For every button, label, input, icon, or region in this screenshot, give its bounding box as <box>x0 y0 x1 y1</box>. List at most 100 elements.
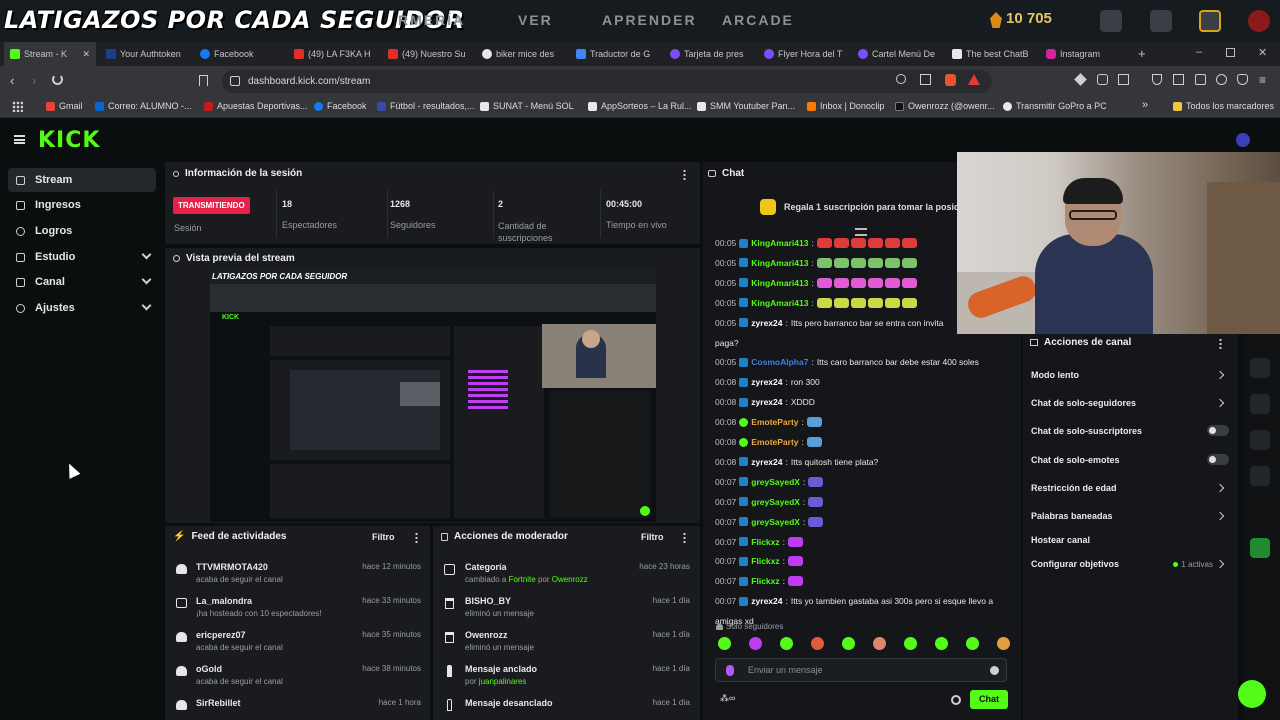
bookmark-smm[interactable]: SMM Youtuber Pan... <box>697 101 795 111</box>
feed-username[interactable]: ericperez07 <box>196 630 246 640</box>
session-menu-icon[interactable] <box>683 169 686 180</box>
chat-username[interactable]: greySayedX <box>751 477 800 487</box>
tab-youtube-2[interactable]: (49) Nuestro Su <box>382 42 468 66</box>
maximize-icon[interactable] <box>1226 48 1235 57</box>
tab-flyer[interactable]: Flyer Hora del T <box>758 42 844 66</box>
forward-icon[interactable]: › <box>32 73 36 88</box>
bookmark-tiktok[interactable]: Owenrozz (@owenr... <box>895 101 995 111</box>
extension-1-icon[interactable] <box>1074 73 1087 86</box>
avatar[interactable] <box>1236 133 1250 147</box>
url-input[interactable]: dashboard.kick.com/stream <box>222 70 992 93</box>
more-bookmarks-icon[interactable]: » <box>1142 99 1148 111</box>
tab-google-1[interactable]: biker mice des <box>476 42 562 66</box>
zoom-icon[interactable] <box>896 74 906 84</box>
sidebar-item-logros[interactable]: Logros <box>8 219 156 243</box>
bookmark-facebook[interactable]: Facebook <box>314 101 367 111</box>
user-link[interactable]: Owenrozz <box>552 575 588 584</box>
new-tab-icon[interactable]: + <box>1138 46 1146 61</box>
reload-icon[interactable] <box>52 74 63 85</box>
chat-username[interactable]: zyrex24 <box>751 596 782 606</box>
action-goals[interactable]: Configurar objetivos 1 activas <box>1031 559 1231 569</box>
emote-picker-icon[interactable] <box>718 637 731 650</box>
tab-facebook[interactable]: Facebook <box>194 42 280 66</box>
emote-picker-icon[interactable] <box>966 637 979 650</box>
chat-username[interactable]: CosmoAlpha7 <box>751 357 808 367</box>
emotes-only-toggle[interactable] <box>1207 454 1229 465</box>
bookmark-correo[interactable]: Correo: ALUMNO -... <box>95 101 192 111</box>
sidebar-item-canal[interactable]: Canal <box>8 270 156 294</box>
extension-3-icon[interactable] <box>1118 74 1129 85</box>
bookmark-appsorteos[interactable]: AppSorteos – La Rul... <box>588 101 692 111</box>
chat-username[interactable]: greySayedX <box>751 497 800 507</box>
emote-picker-icon[interactable] <box>749 637 762 650</box>
game-nav-armeria[interactable]: RMERÍA <box>398 12 465 28</box>
chat-username[interactable]: zyrex24 <box>751 457 782 467</box>
mod-username[interactable]: Owenrozz <box>465 630 508 640</box>
tab-youtube-1[interactable]: (49) LA F3KA H <box>288 42 374 66</box>
action-age-restriction[interactable]: Restricción de edad <box>1031 483 1231 493</box>
share-icon[interactable] <box>920 74 931 85</box>
mod-menu-icon[interactable] <box>683 532 686 543</box>
rail-chat-icon[interactable] <box>1250 358 1270 378</box>
bookmark-sunat[interactable]: SUNAT - Menú SOL <box>480 101 574 111</box>
mic-icon[interactable] <box>726 665 734 676</box>
hex-icon[interactable] <box>1199 10 1221 32</box>
tab-instagram[interactable]: Instagram <box>1040 42 1126 66</box>
minimize-icon[interactable]: – <box>1196 46 1202 58</box>
feed-username[interactable]: TTVMRMOTA420 <box>196 562 268 572</box>
tab-cartel[interactable]: Cartel Menú De <box>852 42 938 66</box>
action-slow-mode[interactable]: Modo lento <box>1031 370 1231 380</box>
tab-authtoken[interactable]: Your Authtoken <box>100 42 186 66</box>
power-icon[interactable] <box>1248 10 1270 32</box>
feed-username[interactable]: La_malondra <box>196 596 252 606</box>
mod-filter-button[interactable]: Filtro <box>641 532 664 542</box>
site-info-icon[interactable] <box>230 76 240 86</box>
sidebar-toggle-icon[interactable] <box>1173 74 1184 85</box>
emote-picker-icon[interactable] <box>873 637 886 650</box>
action-followers-only[interactable]: Chat de solo-seguidores <box>1031 398 1231 408</box>
tab-translate[interactable]: Traductor de G <box>570 42 656 66</box>
tab-stream[interactable]: Stream - K ✕ <box>4 42 96 66</box>
emote-picker-icon[interactable] <box>935 637 948 650</box>
bookmark-icon[interactable] <box>199 75 208 86</box>
action-banned-words[interactable]: Palabras baneadas <box>1031 511 1231 521</box>
chat-username[interactable]: zyrex24 <box>751 397 782 407</box>
feed-username[interactable]: SirRebillet <box>196 698 241 708</box>
chat-username[interactable]: KingAmari413 <box>751 238 808 248</box>
sidebar-item-stream[interactable]: Stream <box>8 168 156 192</box>
rail-app-icon[interactable] <box>1250 538 1270 558</box>
emote-picker-icon[interactable] <box>904 637 917 650</box>
castle-icon[interactable] <box>1150 10 1172 32</box>
sidebar-item-ajustes[interactable]: Ajustes <box>8 296 156 320</box>
game-nav-ver[interactable]: VER <box>518 12 553 28</box>
sidebar-item-estudio[interactable]: Estudio <box>8 245 156 269</box>
rail-pointer-icon[interactable] <box>1250 502 1270 522</box>
vpn-icon[interactable] <box>1237 74 1248 85</box>
action-host-channel[interactable]: Hostear canal <box>1031 535 1231 545</box>
bookmark-futbol[interactable]: Fútbol - resultados,... <box>377 101 475 111</box>
chat-message-input[interactable]: Enviar un mensaje <box>715 658 1007 682</box>
menu-icon[interactable]: ≡ <box>1259 73 1266 87</box>
rail-tools-icon[interactable] <box>1250 466 1270 486</box>
chat-username[interactable]: KingAmari413 <box>751 298 808 308</box>
sidebar-item-ingresos[interactable]: Ingresos <box>8 193 156 217</box>
feed-filter-button[interactable]: Filtro <box>372 532 395 542</box>
bookmark-donoclip[interactable]: Inbox | Donoclip <box>807 101 884 111</box>
channel-actions-menu-icon[interactable] <box>1219 338 1222 349</box>
kick-logo[interactable]: KICK <box>38 128 100 153</box>
emoji-icon[interactable] <box>990 666 999 675</box>
game-nav-arcade[interactable]: ARCADE <box>722 12 794 28</box>
stream-preview-video[interactable]: LATIGAZOS POR CADA SEGUIDOR KICK <box>210 270 656 522</box>
chat-username[interactable]: EmoteParty <box>751 417 798 427</box>
chat-username[interactable]: EmoteParty <box>751 437 798 447</box>
leo-icon[interactable] <box>1216 74 1227 85</box>
points-icon[interactable]: ⁂∞ <box>720 693 735 704</box>
chat-username[interactable]: zyrex24 <box>751 377 782 387</box>
mod-username[interactable]: BISHO_BY <box>465 596 511 606</box>
rail-broadcast-icon[interactable] <box>1250 394 1270 414</box>
brave-shield-icon[interactable] <box>945 74 956 86</box>
wallet-icon[interactable] <box>1195 74 1206 85</box>
close-tab-icon[interactable]: ✕ <box>82 49 90 60</box>
chat-username[interactable]: zyrex24 <box>751 318 782 328</box>
apps-icon[interactable] <box>12 101 23 112</box>
